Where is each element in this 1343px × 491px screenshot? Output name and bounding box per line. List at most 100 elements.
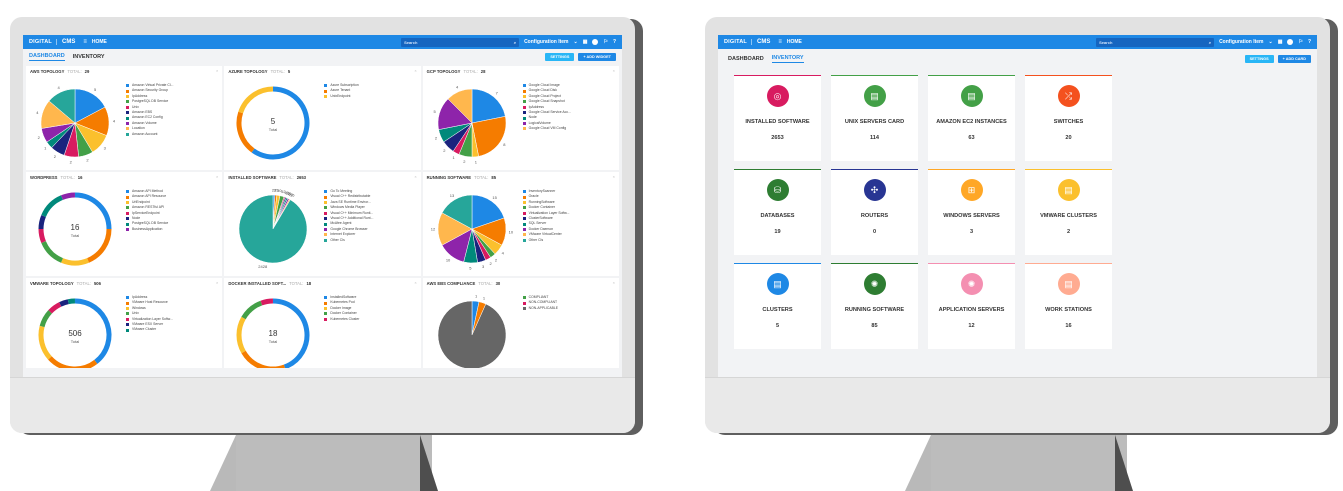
tab-inventory[interactable]: INVENTORY — [771, 55, 804, 63]
widget[interactable]: INSTALLED SOFTWARE TOTAL: 2653 × 23 25 40 52 15 1… — [224, 172, 421, 276]
avatar[interactable] — [592, 39, 599, 45]
data-label: 2 — [86, 157, 89, 162]
donut-segment[interactable] — [238, 86, 274, 114]
tab-dashboard[interactable]: DASHBOARD — [29, 53, 65, 61]
close-icon[interactable]: × — [216, 68, 218, 73]
widget[interactable]: GCP TOPOLOGY TOTAL: 28 × 7 8 1 2 1 2 2 5 4 Google Clo… — [422, 66, 619, 170]
search-icon[interactable]: ⌕ — [514, 40, 516, 45]
close-icon[interactable]: × — [216, 174, 218, 179]
legend-item[interactable]: Other CIs — [522, 238, 570, 243]
donut-segment[interactable] — [74, 192, 112, 230]
inventory-card[interactable]: ◎ INSTALLED SOFTWARE 2653 — [734, 75, 821, 161]
donut-segment[interactable] — [273, 298, 310, 368]
widget[interactable]: AWS EBS COMPLIANCETOTAL:30×1128COMPLIANT… — [422, 278, 619, 368]
close-icon[interactable]: × — [414, 174, 416, 179]
legend-item[interactable]: Amazon Account — [126, 132, 173, 137]
home-link[interactable]: HOME — [787, 39, 802, 45]
config-item-select[interactable]: Configuration Item — [1219, 39, 1263, 45]
inventory-card[interactable]: ✺ APPLICATION SERVERS 12 — [928, 263, 1015, 349]
inventory-card[interactable]: ▤ UNIX SERVERS CARD 114 — [831, 75, 918, 161]
menu-icon[interactable]: ≡ — [83, 39, 87, 45]
widget[interactable]: VMWARE TOPOLOGY TOTAL: 506 × 506 Total IpAddre… — [26, 278, 223, 368]
settings-button[interactable]: SETTINGS — [1244, 55, 1274, 63]
pie-slice[interactable] — [437, 300, 506, 368]
donut-segment[interactable] — [61, 192, 76, 200]
logo[interactable]: DIGITAL — [29, 39, 57, 45]
add-widget-button[interactable]: + ADD WIDGET — [578, 52, 616, 61]
legend-item[interactable]: NON-APPLICABLE — [522, 306, 558, 311]
tab-inventory[interactable]: INVENTORY — [73, 54, 105, 60]
avatar[interactable] — [1287, 39, 1294, 45]
data-label: 2 — [54, 154, 57, 159]
flag-icon[interactable]: ⚐ — [603, 39, 607, 45]
widget[interactable]: AWS TOPOLOGY TOTAL: 29 × 5 4 3 2 2 2 1 2 4 4 Amazon Vi… — [26, 66, 223, 170]
inventory-card[interactable]: ✺ RUNNING SOFTWARE 85 — [831, 263, 918, 349]
donut-segment[interactable] — [236, 111, 255, 153]
grid-icon[interactable]: ▦ — [583, 39, 588, 45]
donut-segment[interactable] — [236, 316, 247, 354]
legend-swatch — [126, 84, 129, 88]
donut-segment[interactable] — [41, 240, 64, 263]
close-icon[interactable]: × — [414, 280, 416, 285]
legend-item[interactable]: BusinessApplication — [126, 227, 168, 232]
search-input[interactable]: Search ⌕ — [1096, 37, 1215, 47]
donut-segment[interactable] — [38, 325, 52, 360]
widget[interactable]: RUNNING SOFTWARE TOTAL: 85 × 15 10 4 2 2 3 5 10 12 13… — [422, 172, 619, 276]
close-icon[interactable]: × — [216, 280, 218, 285]
app-name[interactable]: CMS — [62, 39, 78, 45]
donut-segment[interactable] — [59, 299, 69, 307]
search-input[interactable]: Search ⌕ — [401, 37, 520, 47]
legend-item[interactable]: Other CIs — [324, 238, 373, 243]
widget[interactable]: AZURE TOPOLOGY TOTAL: 5 × 5 Total Azure Subscr… — [224, 66, 421, 170]
donut-segment[interactable] — [41, 195, 64, 218]
widget[interactable]: DOCKER INSTALLED SOFT... TOTAL: 18 × 18 Total… — [224, 278, 421, 368]
donut-segment[interactable] — [251, 86, 310, 160]
donut-segment[interactable] — [48, 356, 98, 368]
logo[interactable]: DIGITAL — [724, 39, 752, 45]
app-name[interactable]: CMS — [757, 39, 773, 45]
donut-segment[interactable] — [48, 302, 62, 314]
donut-segment[interactable] — [61, 258, 89, 266]
widget[interactable]: WORDPRESS TOTAL: 16 × 16 Total Amazon API Meth… — [26, 172, 223, 276]
help-icon[interactable]: ? — [613, 39, 616, 45]
pie-slice[interactable] — [239, 194, 308, 264]
inventory-card[interactable]: ▤ WORK STATIONS 16 — [1025, 263, 1112, 349]
tab-dashboard[interactable]: DASHBOARD — [728, 56, 764, 62]
server-icon: ▤ — [863, 85, 886, 107]
menu-icon[interactable]: ≡ — [778, 39, 782, 45]
search-icon[interactable]: ⌕ — [1209, 40, 1211, 45]
inventory-card[interactable]: ▤ VMWARE CLUSTERS 2 — [1025, 169, 1112, 255]
inventory-card[interactable]: ⛁ DATABASES 19 — [734, 169, 821, 255]
close-icon[interactable]: × — [414, 68, 416, 73]
donut-segment[interactable] — [241, 300, 263, 320]
flag-icon[interactable]: ⚐ — [1298, 39, 1302, 45]
donut-segment[interactable] — [39, 310, 53, 328]
config-item-select[interactable]: Configuration Item — [524, 39, 568, 45]
grid-icon[interactable]: ▦ — [1278, 39, 1283, 45]
close-icon[interactable]: × — [613, 68, 615, 73]
donut-segment[interactable] — [241, 350, 286, 368]
chevron-down-icon[interactable]: ⌄ — [1269, 39, 1273, 45]
inventory-card[interactable]: ⊞ WINDOWS SERVERS 3 — [928, 169, 1015, 255]
chevron-down-icon[interactable]: ⌄ — [574, 39, 578, 45]
legend-item[interactable]: UnixEndpoint — [324, 94, 358, 99]
inventory-card[interactable]: ⤮ SWITCHES 20 — [1025, 75, 1112, 161]
add-card-button[interactable]: + ADD CARD — [1277, 55, 1311, 63]
donut-segment[interactable] — [86, 228, 112, 263]
close-icon[interactable]: × — [613, 174, 615, 179]
donut-segment[interactable] — [67, 298, 76, 305]
legend-item[interactable]: VMware Cluster — [126, 327, 173, 332]
home-link[interactable]: HOME — [92, 39, 107, 45]
close-icon[interactable]: × — [613, 280, 615, 285]
settings-button[interactable]: SETTINGS — [545, 52, 575, 61]
help-icon[interactable]: ? — [1308, 39, 1311, 45]
donut-segment[interactable] — [38, 215, 46, 230]
inventory-card[interactable]: ▤ CLUSTERS 5 — [734, 263, 821, 349]
donut-segment[interactable] — [38, 228, 46, 243]
inventory-card[interactable]: ▤ AMAZON EC2 INSTANCES 63 — [928, 75, 1015, 161]
legend-swatch — [126, 301, 129, 305]
donut-segment[interactable] — [260, 298, 274, 306]
legend-item[interactable]: Kubernetes Cluster — [324, 317, 359, 322]
legend-item[interactable]: Google Cloud VM Config — [522, 126, 571, 131]
inventory-card[interactable]: ✣ ROUTERS 0 — [831, 169, 918, 255]
